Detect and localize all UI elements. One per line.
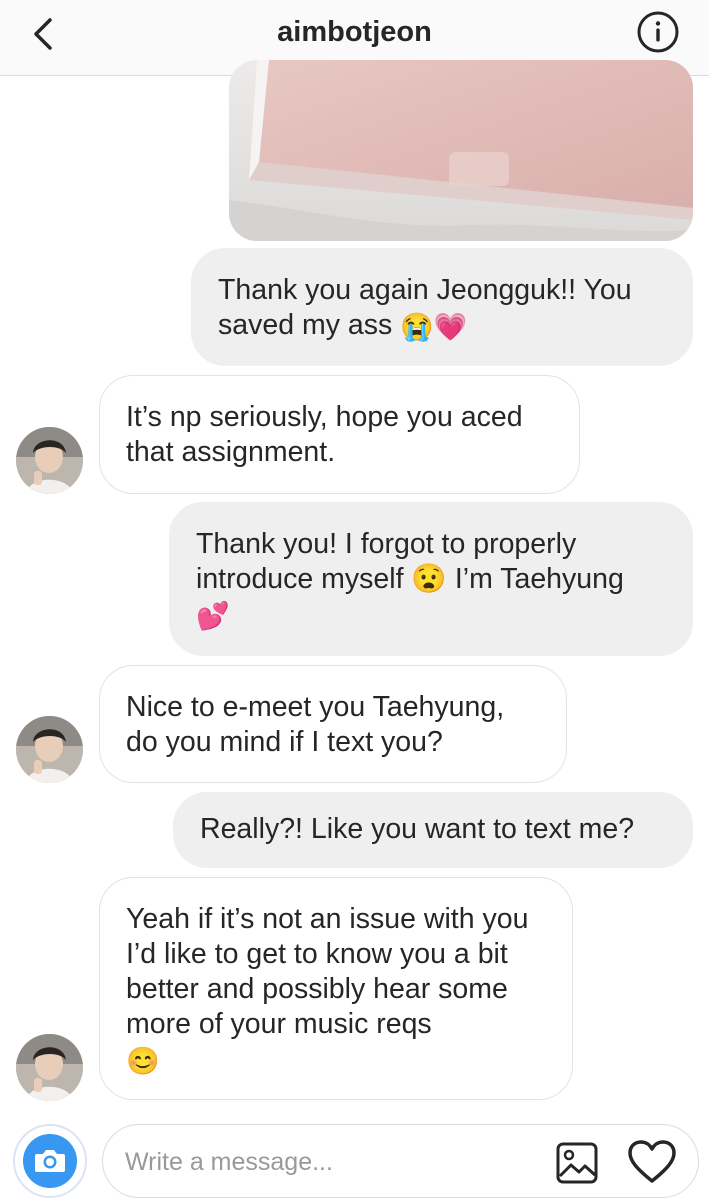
emoji-smiling: 😊 [126, 1046, 160, 1076]
heart-icon [628, 1140, 676, 1183]
camera-button-fill [23, 1134, 77, 1188]
gallery-icon [556, 1142, 598, 1184]
image-message[interactable] [229, 60, 693, 241]
camera-button[interactable] [13, 1124, 87, 1198]
message-bubble-outgoing[interactable]: Thank you again Jeongguk!! You saved my … [191, 248, 693, 366]
laptop-photo [229, 60, 693, 241]
chat-title-username[interactable]: aimbotjeon [0, 16, 709, 49]
message-bubble-outgoing[interactable]: Thank you! I forgot to properly introduc… [169, 502, 693, 656]
gallery-button[interactable] [555, 1141, 599, 1185]
avatar[interactable] [16, 716, 83, 783]
message-bubble-incoming[interactable]: It’s np seriously, hope you aced that as… [99, 375, 580, 494]
message-composer [102, 1124, 699, 1198]
message-bubble-outgoing[interactable]: Really?! Like you want to text me? [173, 792, 693, 868]
emoji-two-hearts: 💕 [196, 601, 230, 631]
message-text: It’s np seriously, hope you aced that as… [126, 401, 523, 468]
camera-icon [35, 1150, 65, 1172]
message-input[interactable] [123, 1139, 527, 1185]
avatar[interactable] [16, 427, 83, 494]
emoji-crying-heart: 😭💗 [400, 312, 468, 342]
message-text: Thank you! I forgot to properly introduc… [196, 528, 624, 595]
avatar-photo [16, 716, 83, 783]
avatar[interactable] [16, 1034, 83, 1101]
message-bubble-incoming[interactable]: Nice to e-meet you Taehyung, do you mind… [99, 665, 567, 783]
avatar-photo [16, 427, 83, 494]
info-button[interactable] [636, 10, 680, 54]
avatar-photo [16, 1034, 83, 1101]
like-button[interactable] [627, 1139, 677, 1185]
message-text: Really?! Like you want to text me? [200, 813, 635, 845]
message-text: Nice to e-meet you Taehyung, do you mind… [126, 691, 505, 758]
message-bubble-incoming[interactable]: Yeah if it’s not an issue with you I’d l… [99, 877, 573, 1100]
info-icon [637, 11, 679, 53]
message-text: Yeah if it’s not an issue with you I’d l… [126, 903, 529, 1040]
